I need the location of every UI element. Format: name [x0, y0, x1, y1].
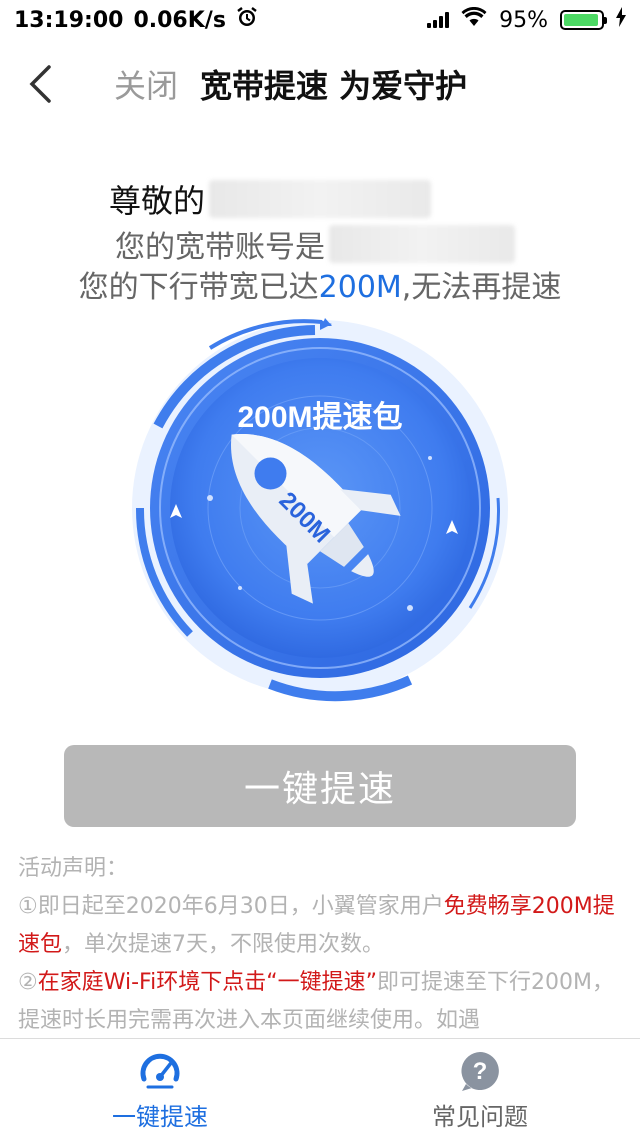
close-link[interactable]: 关闭: [114, 61, 178, 107]
notice-item-2-number: ②: [18, 970, 38, 995]
svg-text:?: ?: [473, 1058, 488, 1085]
tab-label-boost: 一键提速: [112, 1103, 208, 1131]
status-net-speed: 0.06K/s: [133, 7, 226, 33]
status-left: 13:19:00 0.06K/s: [14, 6, 258, 34]
battery-icon: [560, 10, 607, 30]
back-button[interactable]: [0, 40, 80, 128]
alarm-icon: [236, 6, 258, 34]
notice-item-1: ①即日起至2020年6月30日，小翼管家用户免费畅享200M提速包，单次提速7天…: [18, 888, 628, 964]
greeting-line-3: 您的下行带宽已达200M,无法再提速: [0, 262, 640, 306]
account-label: 您的宽带账号是: [115, 230, 325, 265]
notice-item-2: ②在家庭Wi-Fi环境下点击“一键提速”即可提速至下行200M，提速时长用完需再…: [18, 964, 628, 1038]
tab-faq[interactable]: ? 常见问题: [320, 1039, 640, 1136]
cellular-signal-icon: [427, 12, 450, 28]
status-time: 13:19:00: [14, 7, 124, 33]
battery-percent: 95%: [499, 7, 548, 33]
rocket-badge-illustration: [132, 318, 508, 702]
one-click-boost-button[interactable]: 一键提速: [64, 745, 576, 827]
bandwidth-suffix: ,无法再提速: [401, 270, 562, 305]
bandwidth-text: 您的下行带宽已达: [78, 270, 319, 305]
speedometer-icon: [140, 1053, 180, 1089]
notice-title: 活动声明：: [18, 856, 129, 881]
notice-item-1-text: ①即日起至2020年6月30日，小翼管家用户: [18, 894, 444, 919]
greeting-salutation: 尊敬的: [108, 182, 205, 220]
bandwidth-value: 200M: [318, 270, 402, 305]
charging-icon: [616, 7, 626, 33]
activity-notice: 活动声明： ①即日起至2020年6月30日，小翼管家用户免费畅享200M提速包，…: [18, 850, 628, 1038]
masked-account-number: [329, 225, 515, 263]
greeting-line-1: 尊敬的: [0, 176, 640, 222]
page-title: 宽带提速 为爱守护: [200, 67, 468, 105]
package-label: 200M提速包: [237, 401, 403, 434]
chevron-left-icon: [29, 65, 51, 103]
question-bubble-icon: ?: [461, 1052, 499, 1091]
tab-label-faq: 常见问题: [432, 1103, 528, 1131]
tab-one-click-boost[interactable]: 一键提速: [0, 1039, 320, 1136]
speed-package-graphic: 200M提速包 200M: [110, 308, 530, 708]
notice-item-1-tail: ，单次提速7天，不限使用次数。: [62, 932, 385, 957]
greeting-line-2: 您的宽带账号是: [0, 222, 640, 266]
status-bar: 13:19:00 0.06K/s 95%: [0, 0, 640, 40]
battery-fill: [564, 14, 599, 26]
status-right: 95%: [427, 6, 626, 33]
nav-bar: 关闭 宽带提速 为爱守护: [0, 40, 640, 128]
wifi-icon: [461, 6, 487, 33]
notice-item-2-highlight: 在家庭Wi-Fi环境下点击“一键提速”: [37, 970, 378, 995]
masked-username: [209, 180, 431, 218]
bottom-tab-bar: 一键提速 ? 常见问题: [0, 1038, 640, 1136]
